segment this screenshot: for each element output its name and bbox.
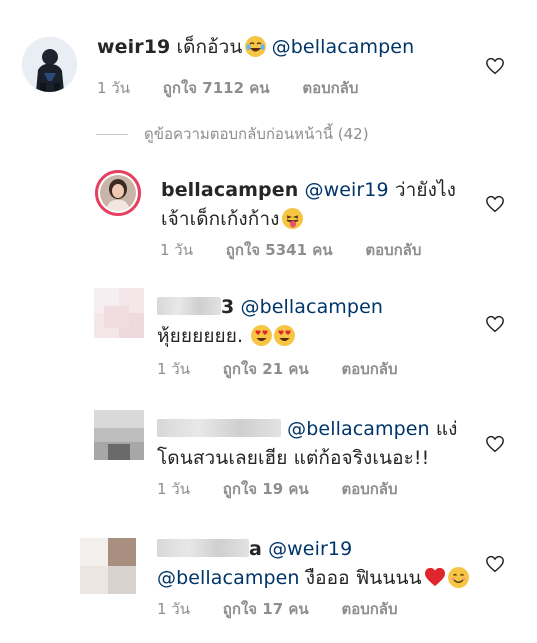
heart-outline-icon[interactable] [485, 315, 505, 333]
likes-count[interactable]: ถูกใจ 21 คน [223, 357, 309, 381]
blurred-username[interactable] [157, 539, 249, 557]
comment-meta: 1 วัน ถูกใจ 17 คน ตอบกลับ [157, 597, 426, 621]
heart-outline-icon[interactable] [485, 555, 505, 573]
blurred-username[interactable] [157, 419, 281, 437]
avatar[interactable] [22, 37, 77, 92]
comment-text-line2: เจ้าเด็กเก้งก้าง [161, 208, 280, 230]
mention-link[interactable]: @weir19 [304, 179, 388, 201]
comment-text: เด็กอ้วน [176, 36, 243, 58]
timestamp: 1 วัน [157, 360, 190, 378]
mention-link[interactable]: @bellacampen [287, 418, 430, 440]
username[interactable]: bellacampen [161, 179, 298, 201]
avatar-image [80, 538, 136, 594]
mention-link[interactable]: @weir19 [268, 538, 352, 560]
avatar[interactable] [94, 410, 144, 460]
heart-eyes-emoji-icon [274, 325, 296, 346]
comment-reply-3: 3 @bellacampen หุ้ยยยยยย. 1 วัน ถูกใจ 21… [0, 282, 537, 382]
winking-tongue-emoji-icon [281, 208, 303, 229]
comment-text-line1: แง่ [435, 418, 458, 440]
heart-eyes-emoji-icon [251, 325, 273, 346]
comment-reply-4: @bellacampen แง่ โดนสวนเลยเฮีย แต่ก้อจริ… [0, 404, 537, 504]
blurred-username[interactable] [157, 297, 221, 315]
comment-reply-5: a @weir19 @bellacampen งือออ ฟินนนน 1 วั… [0, 524, 537, 643]
avatar-image [100, 175, 136, 211]
comment-body: bellacampen @weir19 ว่ายังไง เจ้าเด็กเก้… [161, 176, 456, 234]
comment-text: หุ้ยยยยยย. [157, 325, 244, 347]
reply-button[interactable]: ตอบกลับ [341, 477, 397, 501]
likes-count[interactable]: ถูกใจ 7112 คน [163, 76, 270, 100]
timestamp: 1 วัน [157, 600, 190, 618]
timestamp: 1 วัน [157, 480, 190, 498]
heart-outline-icon[interactable] [485, 435, 505, 453]
smiling-emoji-icon [447, 567, 469, 588]
avatar-image [94, 288, 144, 338]
reply-button[interactable]: ตอบกลับ [365, 238, 421, 262]
comment-body: @bellacampen แง่ โดนสวนเลยเฮีย แต่ก้อจริ… [157, 415, 458, 473]
likes-count[interactable]: ถูกใจ 19 คน [223, 477, 309, 501]
comment-bellacampen: bellacampen @weir19 ว่ายังไง เจ้าเด็กเก้… [0, 160, 537, 270]
comment-meta: 1 วัน ถูกใจ 5341 คน ตอบกลับ [160, 238, 449, 262]
avatar-image [22, 37, 77, 92]
mention-link[interactable]: @bellacampen [272, 36, 415, 58]
comment-weir19: weir19 เด็กอ้วน @bellacampen 1 วัน ถูกใจ… [0, 0, 537, 115]
comment-body: 3 @bellacampen หุ้ยยยยยย. [157, 293, 383, 351]
reply-button[interactable]: ตอบกลับ [302, 76, 358, 100]
divider-line [96, 134, 128, 135]
comment-meta: 1 วัน ถูกใจ 21 คน ตอบกลับ [157, 357, 426, 381]
username[interactable]: weir19 [97, 36, 170, 58]
likes-count[interactable]: ถูกใจ 17 คน [223, 597, 309, 621]
timestamp: 1 วัน [160, 241, 193, 259]
comment-meta: 1 วัน ถูกใจ 7112 คน ตอบกลับ [97, 76, 386, 100]
comment-text: งือออ ฟินนนน [305, 567, 422, 589]
heart-outline-icon[interactable] [485, 57, 505, 75]
comment-body: a @weir19 @bellacampen งือออ ฟินนนน [157, 535, 469, 593]
avatar-image [94, 410, 144, 460]
likes-count[interactable]: ถูกใจ 5341 คน [226, 238, 333, 262]
view-previous-replies-button[interactable]: ดูข้อความตอบกลับก่อนหน้านี้ (42) [96, 122, 369, 146]
username-fragment: a [249, 538, 262, 560]
comment-body: weir19 เด็กอ้วน @bellacampen [97, 33, 414, 62]
avatar[interactable] [80, 538, 136, 594]
red-heart-emoji-icon [424, 567, 445, 587]
comment-meta: 1 วัน ถูกใจ 19 คน ตอบกลับ [157, 477, 426, 501]
avatar[interactable] [94, 288, 144, 338]
username-fragment: 3 [221, 296, 235, 318]
avatar[interactable] [95, 170, 141, 216]
view-replies-label: ดูข้อความตอบกลับก่อนหน้านี้ (42) [144, 125, 369, 143]
mention-link[interactable]: @bellacampen [157, 567, 300, 589]
reply-button[interactable]: ตอบกลับ [341, 357, 397, 381]
comment-text-line2: โดนสวนเลยเฮีย แต่ก้อจริงเนอะ!! [157, 447, 430, 469]
laughing-emoji-icon [244, 36, 266, 57]
mention-link[interactable]: @bellacampen [240, 296, 383, 318]
comment-text-line1: ว่ายังไง [394, 179, 457, 201]
timestamp: 1 วัน [97, 79, 130, 97]
heart-outline-icon[interactable] [485, 195, 505, 213]
reply-button[interactable]: ตอบกลับ [341, 597, 397, 621]
